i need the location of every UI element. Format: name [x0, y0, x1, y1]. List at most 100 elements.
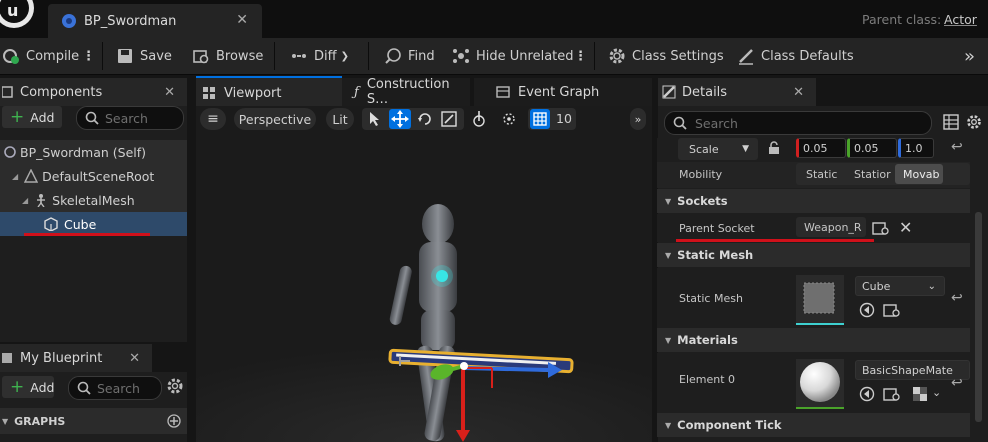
chevron-down-icon[interactable]: ⌄: [932, 386, 941, 399]
function-icon: ƒ: [354, 84, 359, 100]
diff-button[interactable]: Diff ❯: [290, 38, 349, 74]
reset-static-mesh-icon[interactable]: ↩: [951, 290, 963, 306]
close-my-blueprint-icon[interactable]: ✕: [129, 351, 140, 366]
search-icon: [673, 116, 687, 130]
mobility-static-option[interactable]: Static: [806, 168, 837, 181]
search-icon: [85, 111, 99, 125]
component-item-skeletal-mesh[interactable]: ◢ SkeletalMesh: [0, 188, 187, 212]
lit-button[interactable]: Lit: [326, 108, 354, 130]
browse-material-icon[interactable]: [883, 386, 901, 402]
tab-event-graph[interactable]: Event Graph: [474, 78, 652, 106]
parent-class-link[interactable]: Actor: [944, 12, 977, 27]
hide-unrelated-button[interactable]: Hide Unrelated: [452, 38, 574, 74]
world-local-icon[interactable]: [470, 110, 488, 128]
my-blueprint-tab[interactable]: My Blueprint ✕: [0, 344, 152, 372]
compile-button[interactable]: Compile: [2, 38, 79, 74]
mobility-movable-option[interactable]: Movab: [895, 164, 943, 184]
scale-y-value: 0.05: [854, 141, 879, 155]
grid-snap-icon[interactable]: [530, 109, 550, 129]
scale-x-value: 0.05: [803, 141, 828, 155]
use-selected-icon[interactable]: [859, 386, 875, 402]
gear-icon[interactable]: [166, 377, 184, 395]
scale-z-field[interactable]: 1.0: [898, 138, 934, 158]
rotate-tool-icon[interactable]: [417, 111, 433, 127]
static-mesh-section-header[interactable]: ▼ Static Mesh: [657, 243, 970, 267]
material-thumbnail[interactable]: [796, 359, 844, 409]
components-tab[interactable]: Components ✕: [0, 78, 187, 106]
add-component-button[interactable]: + Add: [2, 106, 62, 128]
graphs-section-header[interactable]: ▼ GRAPHS: [0, 408, 187, 434]
components-search-input[interactable]: Search: [76, 106, 184, 130]
component-item-label: SkeletalMesh: [52, 192, 135, 208]
toolbar-overflow-icon[interactable]: »: [964, 38, 975, 74]
scale-tool-icon[interactable]: [441, 111, 457, 127]
save-icon: [116, 47, 134, 65]
scale-x-field[interactable]: 0.05: [796, 138, 846, 158]
mobility-stationary-option[interactable]: Statior: [854, 168, 891, 181]
find-button[interactable]: Find: [384, 38, 435, 74]
materials-section-header[interactable]: ▼ Materials: [657, 328, 970, 352]
details-settings-icon[interactable]: [966, 114, 982, 130]
compile-options-icon[interactable]: ⋮: [82, 38, 95, 74]
search-icon: [77, 381, 91, 395]
close-components-icon[interactable]: ✕: [164, 85, 175, 100]
viewport-overflow-button[interactable]: »: [630, 108, 646, 130]
gear-icon: [608, 47, 626, 65]
property-matrix-icon[interactable]: [943, 114, 959, 130]
clear-socket-icon[interactable]: ✕: [899, 218, 912, 237]
details-tab[interactable]: Details ✕: [658, 78, 816, 106]
my-blueprint-search-input[interactable]: Search: [68, 376, 162, 400]
viewport-scene: [196, 204, 652, 442]
browse-button[interactable]: Browse: [192, 38, 263, 74]
svg-text:u: u: [7, 1, 18, 20]
viewport-canvas[interactable]: [196, 106, 652, 442]
component-item-self[interactable]: BP_Swordman (Self): [0, 140, 187, 164]
find-label: Find: [408, 48, 435, 64]
add-component-label: Add: [30, 109, 55, 125]
details-scrollbar[interactable]: [975, 212, 982, 422]
browse-mesh-icon[interactable]: [883, 302, 901, 318]
plus-icon: +: [10, 107, 25, 127]
class-defaults-button[interactable]: Class Defaults: [737, 38, 854, 74]
move-tool-icon[interactable]: [389, 109, 411, 129]
class-settings-button[interactable]: Class Settings: [608, 38, 724, 74]
reset-material-icon[interactable]: ↩: [951, 375, 963, 391]
collapse-arrow-icon: ▼: [665, 196, 672, 206]
expand-arrow-icon: ◢: [12, 171, 19, 181]
material-checker-icon[interactable]: [913, 387, 927, 401]
tab-construction-script[interactable]: ƒ Construction S…: [342, 77, 470, 107]
collapse-arrow-icon: ▼: [665, 250, 672, 260]
perspective-button[interactable]: Perspective: [234, 108, 316, 130]
hide-unrelated-options-icon[interactable]: ⋮: [574, 38, 587, 74]
grid-size-value[interactable]: 10: [556, 111, 572, 126]
use-selected-icon[interactable]: [859, 302, 875, 318]
component-item-label: Cube: [64, 216, 97, 232]
static-mesh-thumbnail[interactable]: [796, 275, 844, 325]
select-tool-icon[interactable]: [368, 111, 382, 127]
scale-mode-dropdown[interactable]: Scale ▼: [678, 138, 758, 160]
lock-icon[interactable]: [767, 141, 781, 155]
component-item-default-scene-root[interactable]: ◢ DefaultSceneRoot: [0, 164, 187, 188]
browse-socket-icon[interactable]: [872, 220, 890, 236]
document-tab[interactable]: BP_Swordman ✕: [48, 4, 262, 38]
details-search-input[interactable]: Search: [664, 111, 932, 135]
component-tick-section-header[interactable]: ▼ Component Tick: [657, 413, 970, 437]
save-button[interactable]: Save: [116, 38, 172, 74]
sockets-section-header[interactable]: ▼ Sockets: [657, 189, 970, 213]
tab-viewport[interactable]: Viewport: [196, 76, 342, 108]
chevron-down-icon: ⌄: [927, 280, 936, 292]
viewport-menu-button[interactable]: ≡: [200, 108, 226, 130]
reset-scale-icon[interactable]: ↩: [951, 139, 963, 155]
parent-socket-field[interactable]: Weapon_R: [796, 217, 866, 237]
scale-y-field[interactable]: 0.05: [847, 138, 897, 158]
close-details-icon[interactable]: ✕: [793, 85, 804, 100]
surface-snap-icon[interactable]: [500, 110, 518, 128]
static-mesh-dropdown[interactable]: Cube ⌄: [855, 276, 945, 296]
static-mesh-section-label: Static Mesh: [677, 248, 754, 262]
close-tab-icon[interactable]: ✕: [236, 12, 248, 28]
my-blueprint-tab-label: My Blueprint: [20, 350, 103, 366]
main-toolbar: Compile ⋮ Save Browse Diff ❯ Find Hide U…: [0, 38, 988, 75]
unreal-logo-icon[interactable]: u: [0, 0, 36, 36]
add-blueprint-item-button[interactable]: + Add: [2, 376, 54, 398]
add-graph-icon[interactable]: [167, 414, 181, 428]
